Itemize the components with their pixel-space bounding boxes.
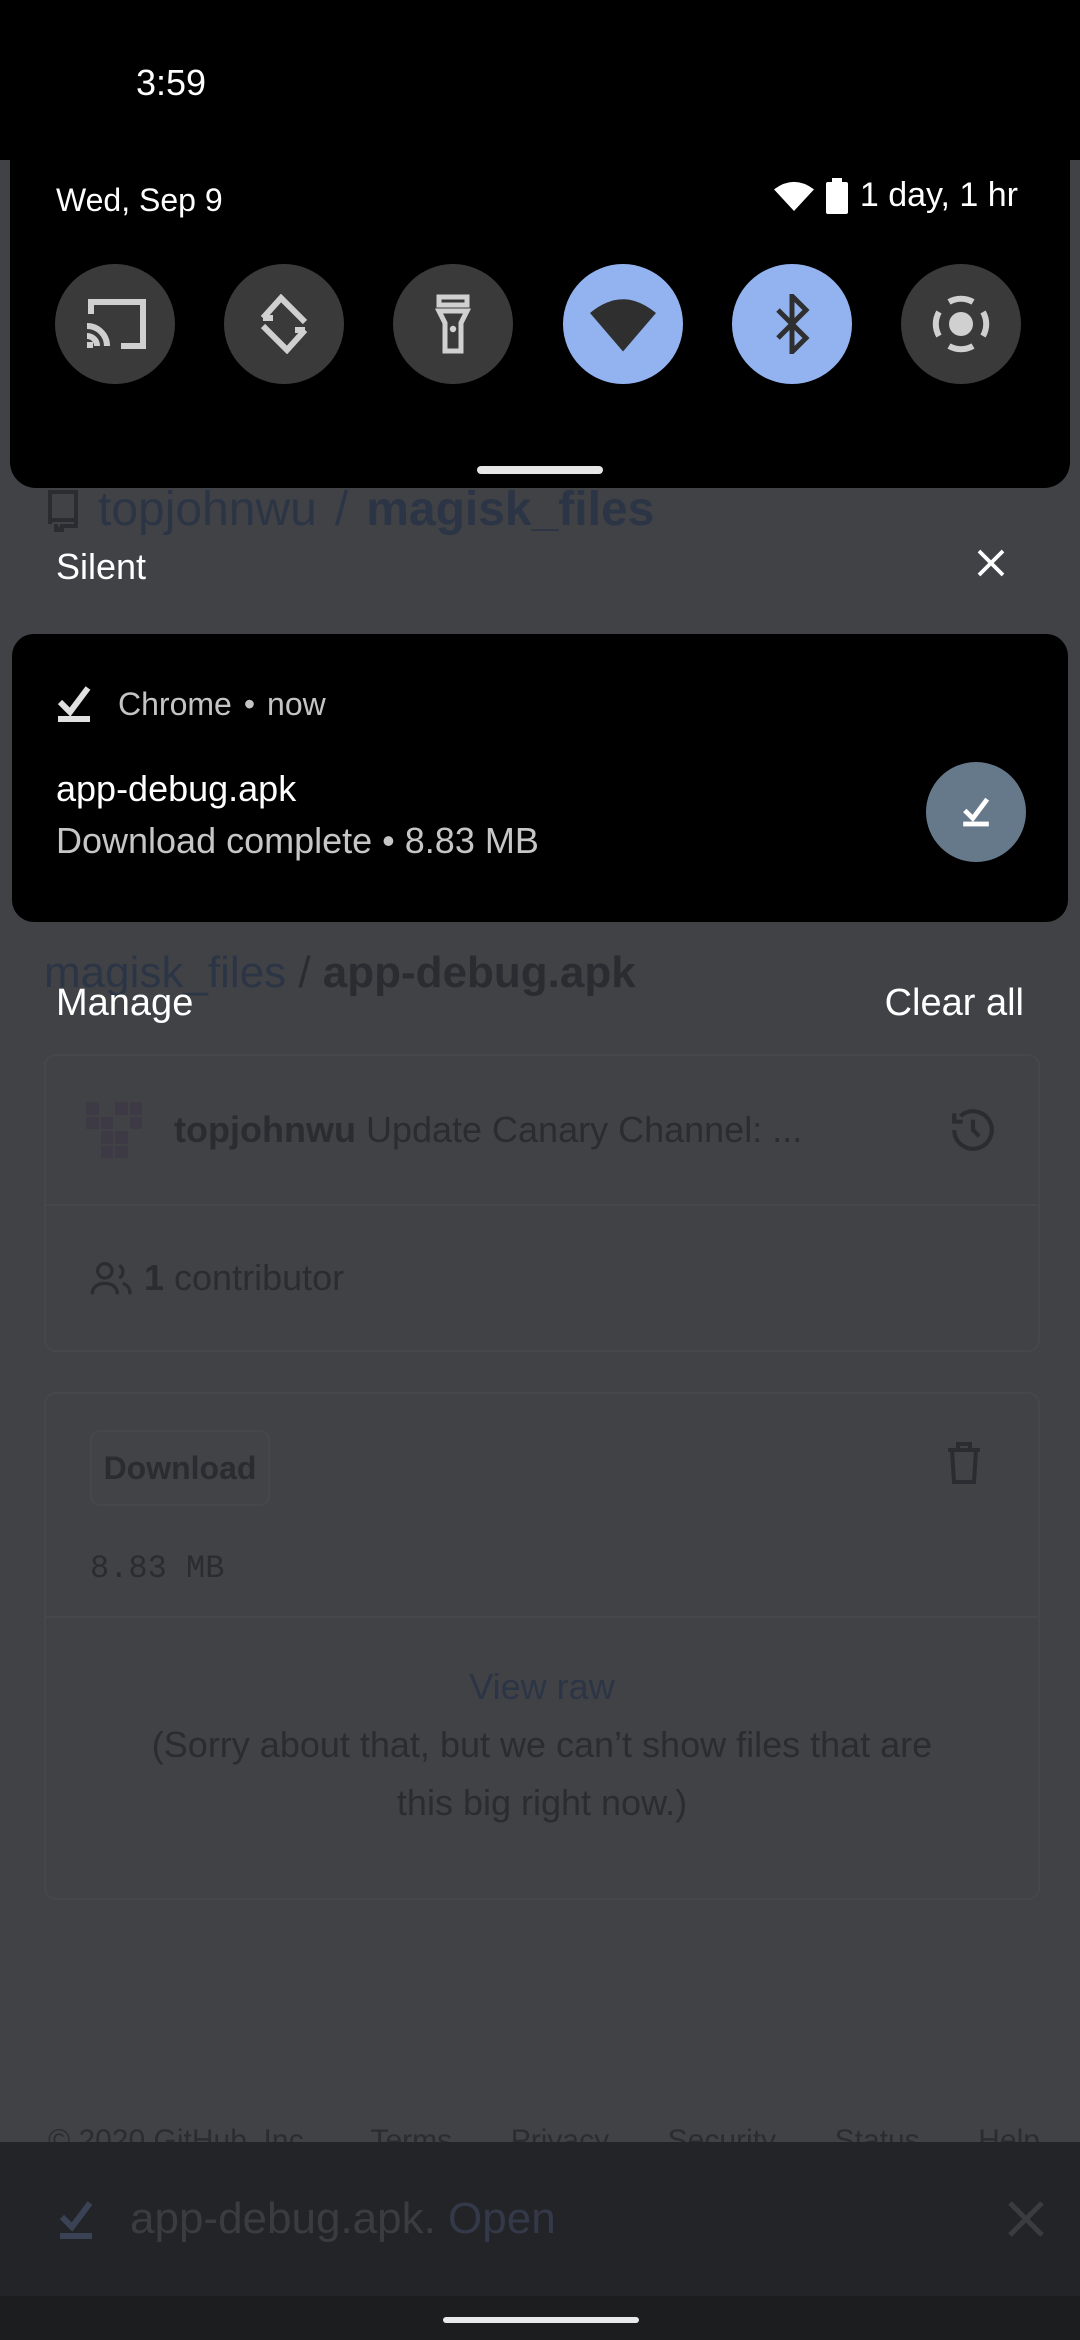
- quick-settings-drag-handle[interactable]: [477, 466, 603, 474]
- tile-flashlight[interactable]: [393, 264, 514, 384]
- notification-app-name: Chrome: [118, 685, 232, 722]
- cast-icon: [86, 299, 146, 349]
- avatar[interactable]: [86, 1102, 142, 1158]
- divider: [46, 1616, 1038, 1618]
- close-icon[interactable]: [1006, 2199, 1046, 2239]
- contributors-row[interactable]: 1 contributor: [46, 1206, 1038, 1350]
- wifi-icon: [773, 181, 814, 211]
- quick-settings-tiles: [55, 264, 1021, 384]
- tile-screen-record[interactable]: [900, 264, 1021, 384]
- download-done-icon: [963, 797, 990, 827]
- commit-author[interactable]: topjohnwu: [174, 1109, 356, 1150]
- repo-separator: /: [334, 483, 349, 536]
- view-raw-link[interactable]: View raw: [46, 1666, 1038, 1708]
- notification-header: Chrome • now: [56, 684, 326, 724]
- notification-time: now: [267, 685, 326, 722]
- tile-bluetooth[interactable]: [731, 264, 852, 384]
- trash-icon[interactable]: [946, 1440, 982, 1484]
- clear-all-button[interactable]: Clear all: [885, 982, 1024, 1025]
- path-separator: /: [298, 948, 311, 997]
- commit-message[interactable]: Update Canary Channel: ...: [366, 1109, 802, 1150]
- contributors-count: 1: [144, 1257, 165, 1298]
- download-button[interactable]: Download: [90, 1430, 270, 1506]
- notification-chrome-download[interactable]: Chrome • now app-debug.apk Download comp…: [12, 634, 1068, 922]
- contributors-label: contributor: [174, 1257, 345, 1298]
- download-bar-open-link[interactable]: Open: [448, 2194, 556, 2243]
- repo-header: topjohnwu / magisk_files: [46, 482, 654, 537]
- clock: 3:59: [136, 62, 207, 103]
- download-bar-text: app-debug.apk. Open: [130, 2194, 1006, 2244]
- close-icon[interactable]: [976, 548, 1006, 578]
- status-icons: 1 day, 1 hr: [773, 176, 1018, 215]
- flashlight-icon: [435, 294, 472, 354]
- bluetooth-icon: [775, 294, 810, 354]
- chrome-download-bar: app-debug.apk. Open: [0, 2142, 1080, 2296]
- repo-name-link[interactable]: magisk_files: [366, 482, 654, 537]
- file-too-big-message: (Sorry about that, but we can’t show fil…: [151, 1724, 933, 1823]
- file-card: Download 8.83 MB View raw (Sorry about t…: [44, 1392, 1040, 1900]
- section-header-silent: Silent: [56, 546, 147, 587]
- rotate-icon: [260, 294, 308, 354]
- repo-icon: [48, 489, 78, 532]
- date[interactable]: Wed, Sep 9: [56, 182, 223, 219]
- history-icon[interactable]: [948, 1105, 998, 1155]
- battery-icon: [825, 177, 848, 214]
- tile-auto-rotate[interactable]: [224, 264, 345, 384]
- gesture-handle[interactable]: [443, 2317, 639, 2323]
- download-bar-filename: app-debug.apk.: [130, 2194, 436, 2243]
- path-current-file: app-debug.apk: [322, 948, 636, 997]
- latest-commit-row: topjohnwu Update Canary Channel: ...: [46, 1056, 1038, 1206]
- notification-action-button[interactable]: [926, 762, 1026, 862]
- notification-separator: •: [243, 685, 256, 722]
- repo-owner-link[interactable]: topjohnwu: [98, 482, 317, 537]
- download-done-icon: [57, 686, 91, 722]
- tile-cast[interactable]: [55, 264, 175, 384]
- screen-record-icon: [932, 295, 990, 353]
- wifi-icon: [589, 299, 656, 352]
- file-size: 8.83 MB: [90, 1550, 225, 1587]
- tile-wifi[interactable]: [562, 264, 683, 384]
- people-icon: [90, 1261, 132, 1295]
- notification-subtitle: Download complete • 8.83 MB: [56, 820, 539, 861]
- notification-title: app-debug.apk: [56, 768, 297, 809]
- download-done-icon: [59, 2201, 93, 2239]
- commit-info-card: topjohnwu Update Canary Channel: ... 1 c…: [44, 1054, 1040, 1352]
- manage-button[interactable]: Manage: [56, 982, 193, 1025]
- commit-summary[interactable]: topjohnwu Update Canary Channel: ...: [174, 1109, 948, 1151]
- battery-estimate: 1 day, 1 hr: [859, 176, 1018, 214]
